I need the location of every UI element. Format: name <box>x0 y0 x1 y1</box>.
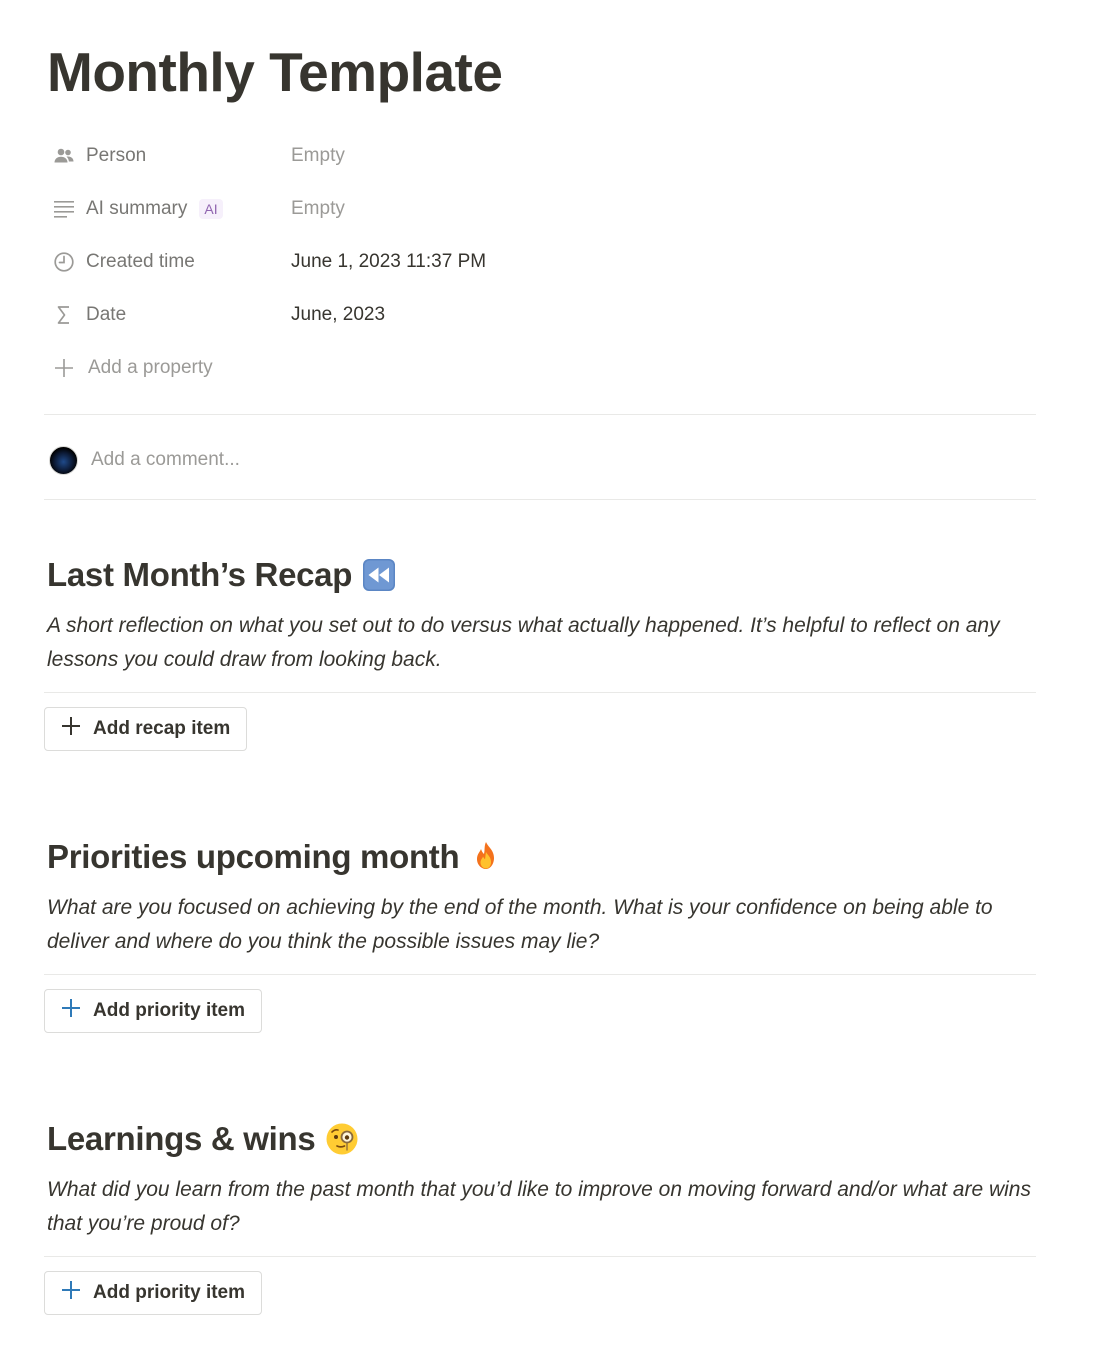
property-name-person[interactable]: Person <box>44 134 276 178</box>
divider <box>44 974 1036 975</box>
sigma-icon <box>52 303 76 327</box>
divider <box>44 1256 1036 1257</box>
comment-row: Add a comment... <box>49 440 240 480</box>
rewind-emoji-icon <box>362 558 396 592</box>
notion-page: Monthly Template Person Empty AI summary… <box>0 0 1094 1348</box>
section-heading-recap: Last Month’s Recap <box>47 553 396 597</box>
plus-icon <box>61 1280 81 1306</box>
section-heading-text: Priorities upcoming month <box>47 838 460 875</box>
add-recap-item-button[interactable]: Add recap item <box>44 707 248 751</box>
property-name-created-time[interactable]: Created time <box>44 240 276 284</box>
property-row-date: Date June, 2023 <box>44 293 604 337</box>
property-value-person[interactable]: Empty <box>289 134 601 178</box>
add-priority-item-button[interactable]: Add priority item <box>44 1271 263 1315</box>
fire-emoji-icon <box>469 840 503 874</box>
comment-input[interactable]: Add a comment... <box>91 449 240 471</box>
property-label: Date <box>86 304 127 325</box>
property-row-person: Person Empty <box>44 134 604 178</box>
avatar <box>49 445 78 475</box>
add-property-label: Add a property <box>88 357 213 378</box>
section-heading-text: Learnings & wins <box>47 1120 316 1157</box>
property-row-ai-summary: AI summary AI Empty <box>44 187 604 231</box>
add-priority-item-button[interactable]: Add priority item <box>44 989 263 1033</box>
section-heading-priorities: Priorities upcoming month <box>47 835 503 879</box>
button-label: Add priority item <box>93 1282 246 1303</box>
section-description: What are you focused on achieving by the… <box>47 896 993 953</box>
property-value-date[interactable]: June, 2023 <box>289 293 601 337</box>
section-description: A short reflection on what you set out t… <box>47 614 1000 671</box>
property-value-ai-summary[interactable]: Empty <box>289 187 601 231</box>
property-label: Created time <box>86 251 195 272</box>
clock-icon <box>52 250 76 274</box>
plus-icon <box>61 716 81 742</box>
page-title[interactable]: Monthly Template <box>47 36 503 108</box>
divider <box>44 499 1036 500</box>
plus-icon <box>52 356 76 380</box>
monocle-face-emoji-icon <box>325 1122 359 1156</box>
people-icon <box>52 144 76 168</box>
add-property-button[interactable]: Add a property <box>52 347 213 389</box>
property-name-ai-summary[interactable]: AI summary AI <box>44 187 276 231</box>
button-label: Add priority item <box>93 1000 246 1021</box>
property-label: Person <box>86 145 147 166</box>
ai-badge: AI <box>199 199 223 219</box>
lines-icon <box>52 197 76 221</box>
divider <box>44 692 1036 693</box>
divider <box>44 414 1036 415</box>
section-heading-learnings: Learnings & wins <box>47 1117 359 1161</box>
property-name-date[interactable]: Date <box>44 293 276 337</box>
button-label: Add recap item <box>93 718 231 739</box>
property-label: AI summary <box>86 198 188 219</box>
plus-icon <box>61 998 81 1024</box>
property-row-created-time: Created time June 1, 2023 11:37 PM <box>44 240 604 284</box>
section-heading-text: Last Month’s Recap <box>47 556 353 593</box>
property-value-created-time[interactable]: June 1, 2023 11:37 PM <box>289 240 601 284</box>
section-description: What did you learn from the past month t… <box>47 1178 1031 1235</box>
